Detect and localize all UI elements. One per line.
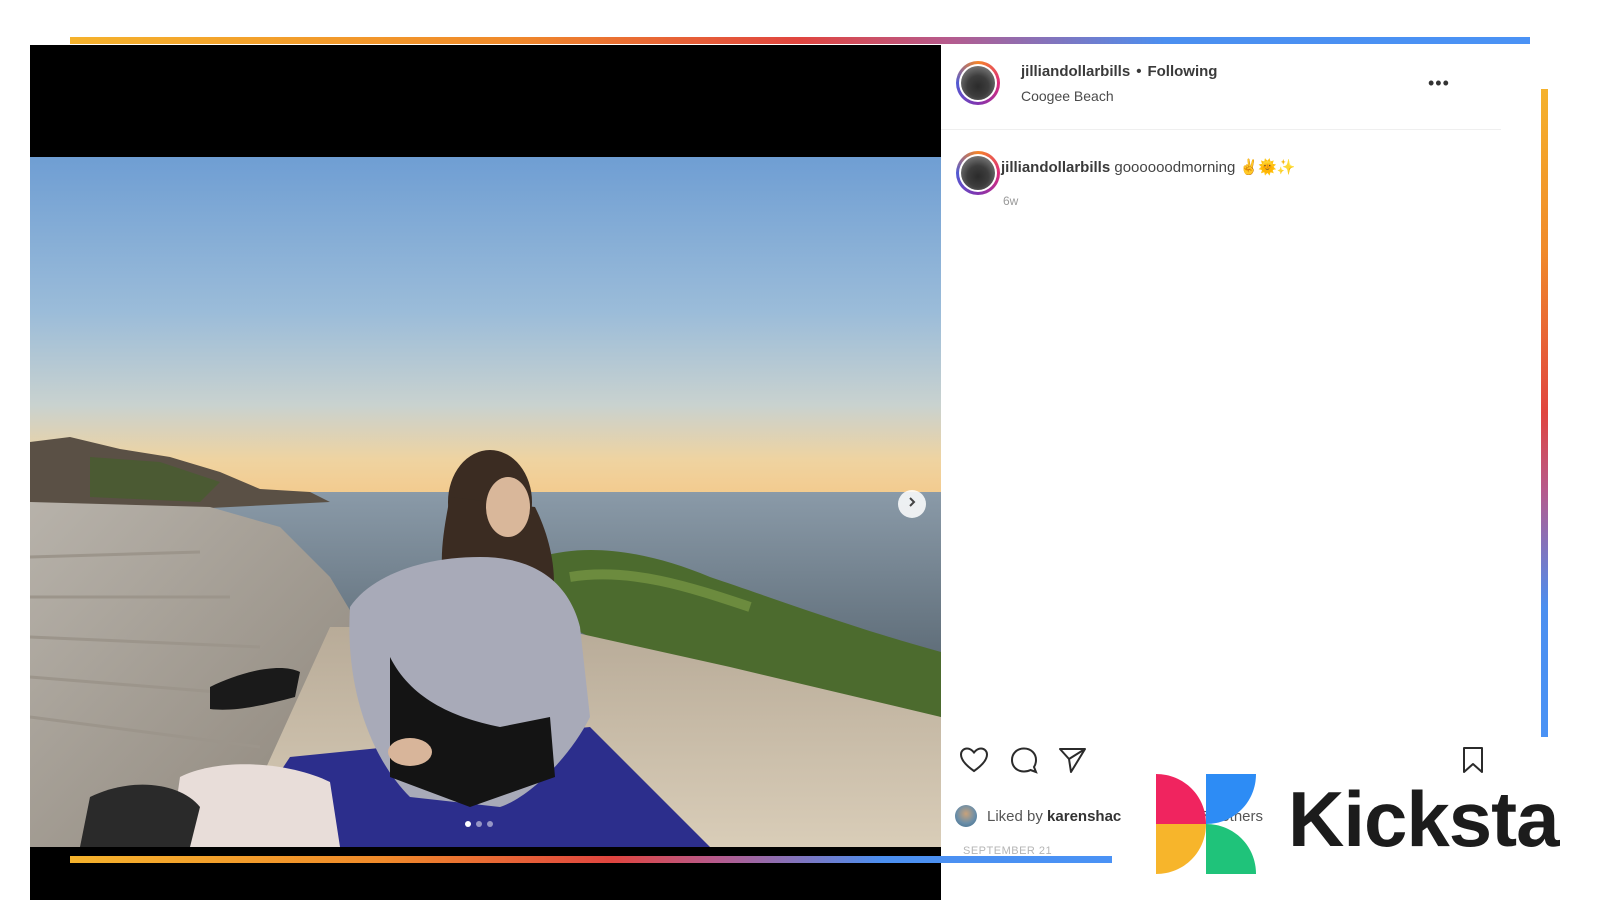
more-options-button[interactable]: ••• (1428, 73, 1450, 94)
comment-button[interactable] (1009, 745, 1043, 779)
carousel-dot-2 (476, 821, 482, 827)
caption-text: goooooodmorning ✌️🌞✨ (1114, 159, 1296, 176)
carousel-dot-3 (487, 821, 493, 827)
post-username[interactable]: jilliandollarbills (1021, 63, 1130, 80)
gradient-frame-top (70, 37, 1530, 44)
post-caption: jilliandollarbills goooooodmorning ✌️🌞✨ (1001, 158, 1296, 176)
post-media-panel (30, 45, 941, 900)
likes-prefix: Liked by (987, 807, 1043, 825)
liker-avatar[interactable] (955, 805, 977, 827)
share-button[interactable] (1057, 745, 1091, 779)
save-button[interactable] (1458, 745, 1492, 779)
caption-username[interactable]: jilliandollarbills (1001, 159, 1110, 176)
avatar[interactable] (956, 61, 1000, 105)
liker-username[interactable]: karenshac (1047, 808, 1121, 825)
gradient-frame-right (1541, 89, 1548, 737)
heart-icon (959, 747, 989, 779)
post-header: jilliandollarbills • Following Coogee Beac… (941, 45, 1501, 130)
post-photo[interactable] (30, 157, 941, 847)
following-button[interactable]: Following (1147, 63, 1217, 80)
carousel-dot-1 (465, 821, 471, 827)
comment-icon (1009, 747, 1039, 779)
carousel-indicator (465, 821, 493, 827)
send-icon (1057, 748, 1087, 779)
gradient-frame-bottom (70, 856, 1112, 863)
more-options-icon: ••• (1428, 73, 1450, 93)
header-separator: • (1136, 63, 1142, 80)
caption-timestamp[interactable]: 6w (1003, 194, 1018, 208)
carousel-next-button[interactable] (898, 490, 926, 518)
chevron-right-icon (906, 495, 918, 513)
like-button[interactable] (959, 745, 993, 779)
kicksta-logo-icon (1152, 770, 1260, 878)
post-location[interactable]: Coogee Beach (1021, 88, 1114, 104)
kicksta-logo-text: Kicksta (1288, 775, 1559, 863)
caption-avatar[interactable] (956, 151, 1000, 195)
